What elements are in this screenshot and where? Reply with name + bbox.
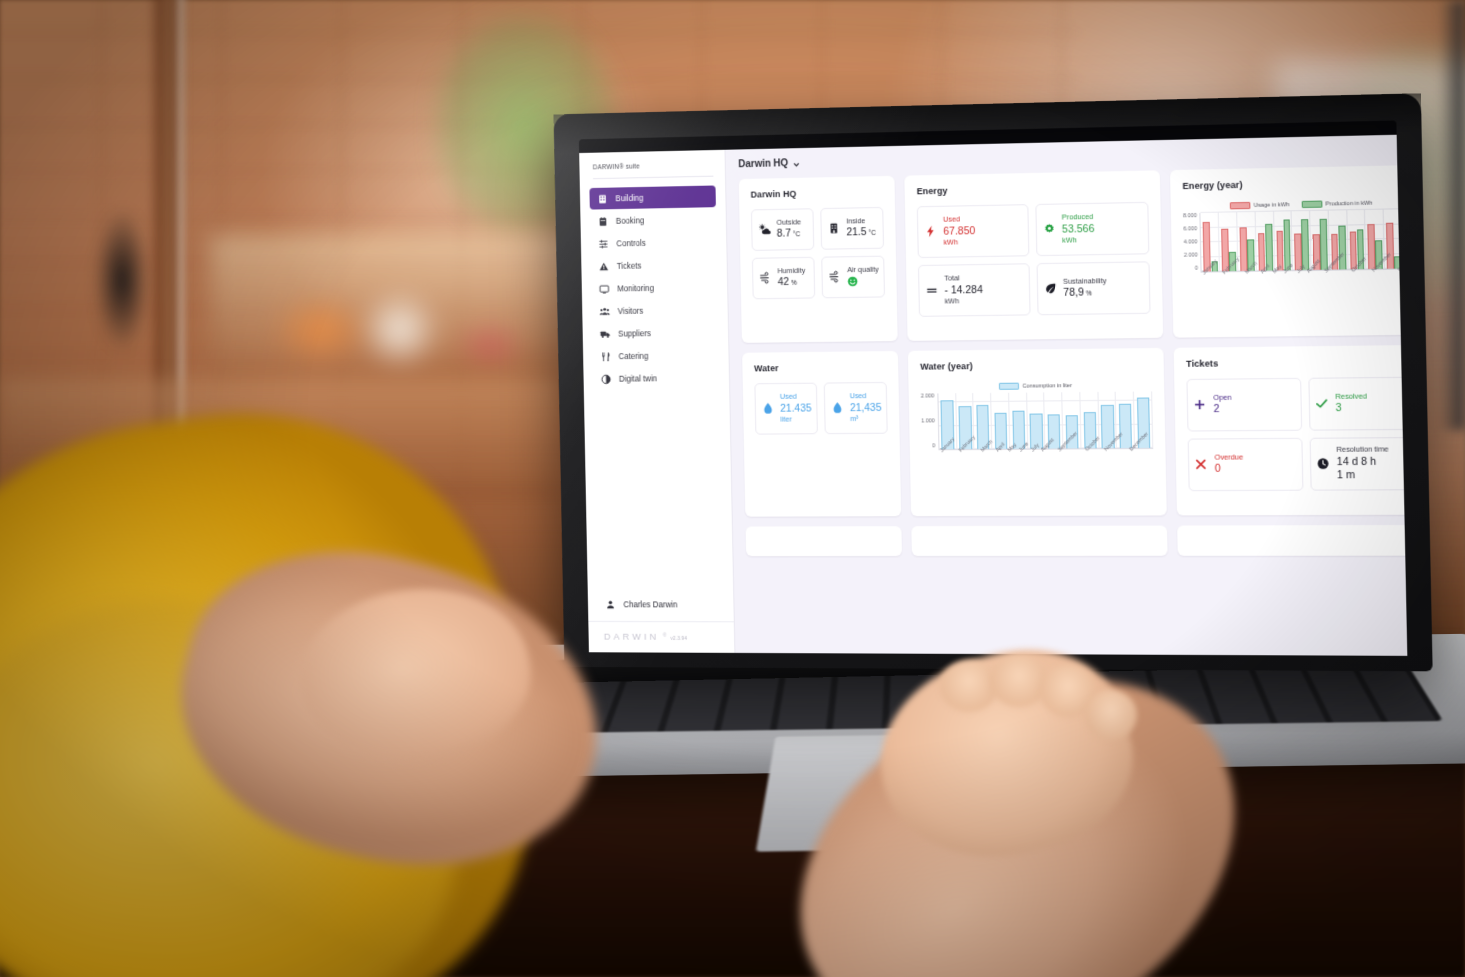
photo-vignette <box>0 0 1465 977</box>
photo-scene: DARWIN® suite Building <box>0 0 1465 977</box>
